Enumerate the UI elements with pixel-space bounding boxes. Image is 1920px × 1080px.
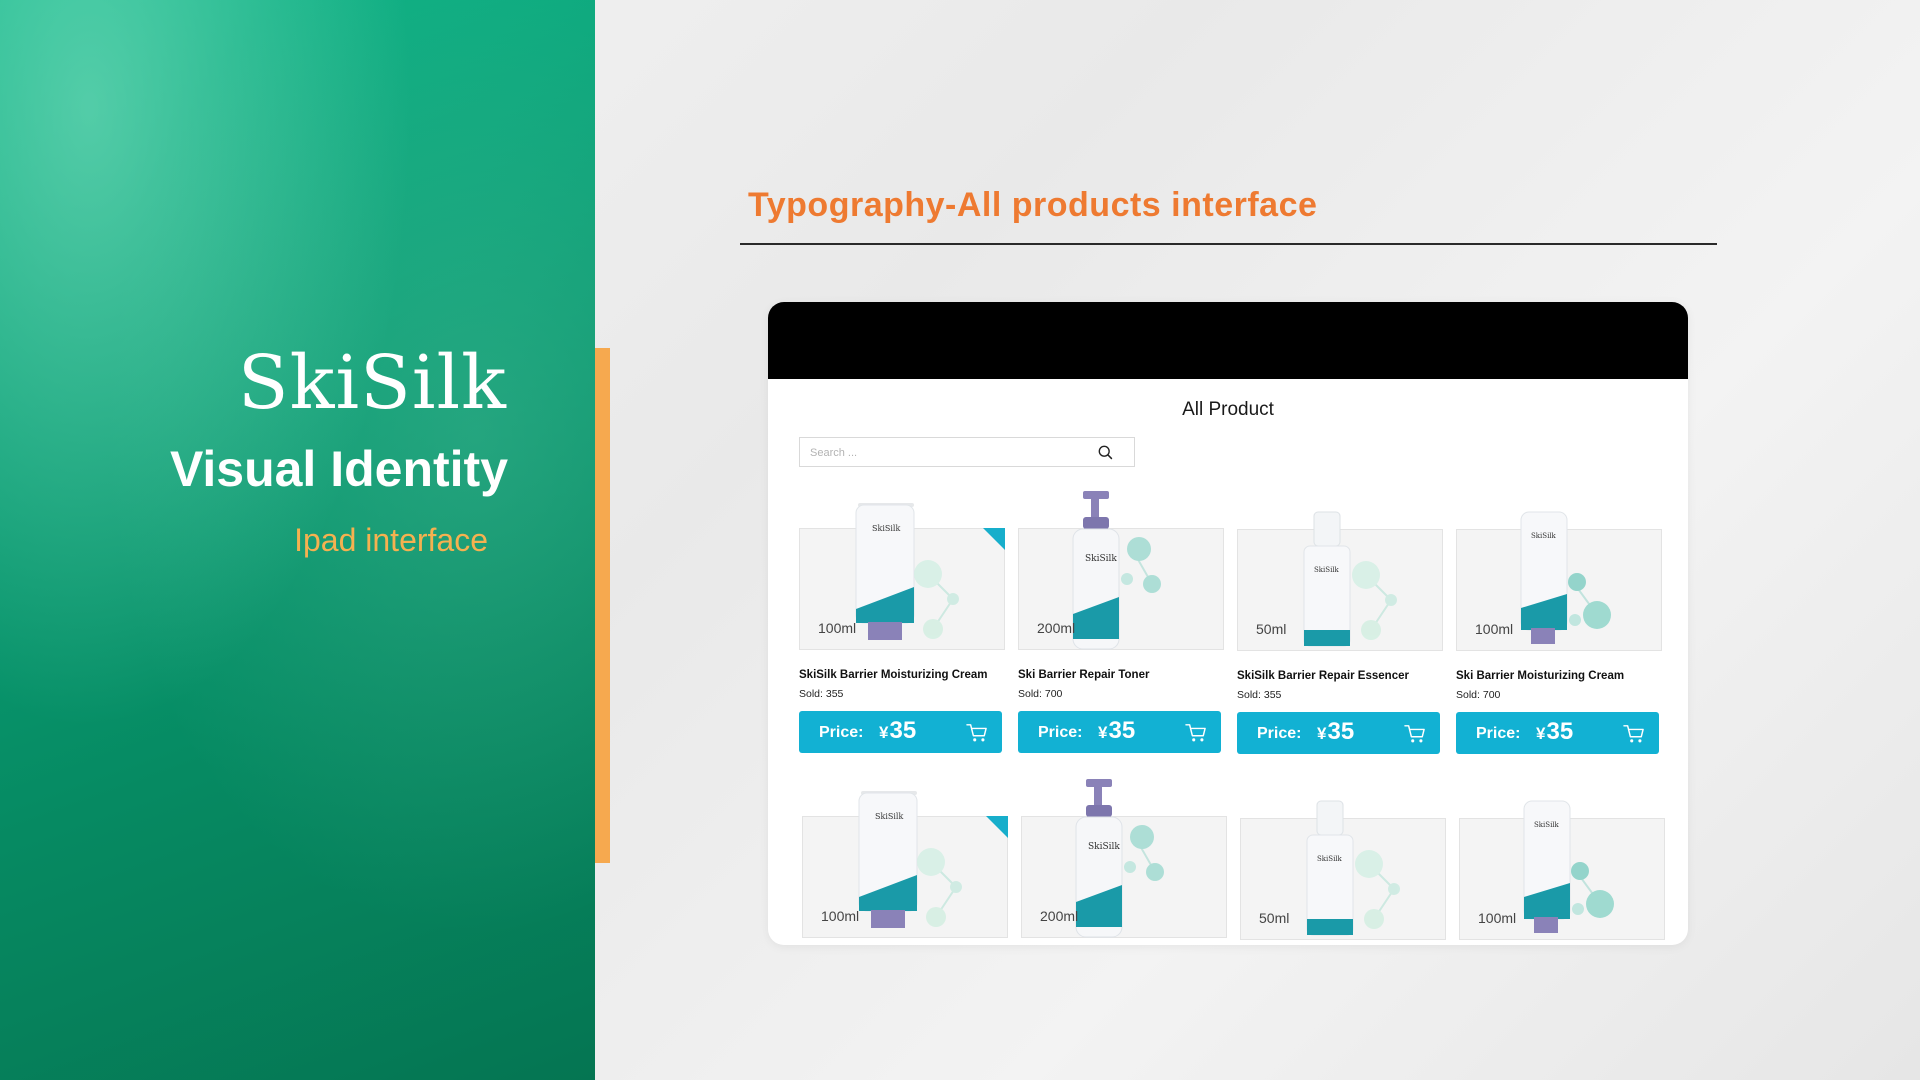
product-image[interactable]: SkiSilk 200ml — [1018, 491, 1224, 650]
currency-symbol: ¥ — [1317, 724, 1327, 743]
brand-title: Visual Identity — [169, 441, 508, 497]
product-image[interactable]: SkiSilk 100ml — [1456, 511, 1662, 651]
brand-subtitle: Ipad interface — [294, 522, 488, 558]
product-image[interactable]: SkiSilk 200ml — [1021, 779, 1227, 938]
sold-count: Sold: 355 — [799, 688, 844, 700]
price-label: Price: — [819, 724, 864, 741]
svg-text:SkiSilk: SkiSilk — [1531, 532, 1557, 540]
product-photo: SkiSilk — [855, 503, 959, 640]
product-image[interactable]: SkiSilk 100ml — [1459, 800, 1665, 940]
sold-count: Sold: 700 — [1456, 689, 1501, 701]
svg-text:SkiSilk: SkiSilk — [1317, 855, 1343, 863]
svg-text:SkiSilk: SkiSilk — [1534, 821, 1560, 829]
product-name[interactable]: Ski Barrier Moisturizing Cream — [1456, 670, 1676, 682]
product-image[interactable]: SkiSilk 100ml — [802, 791, 1008, 938]
svg-text:SkiSilk: SkiSilk — [875, 812, 903, 821]
search-input[interactable] — [810, 445, 1070, 461]
sold-count: Sold: 700 — [1018, 688, 1063, 700]
product-name[interactable]: Ski Barrier Repair Toner — [1018, 669, 1238, 681]
product-photo: SkiSilk — [1523, 800, 1614, 933]
svg-text:SkiSilk: SkiSilk — [1085, 554, 1117, 564]
price-label: Price: — [1038, 724, 1083, 741]
page-title: All Product — [1182, 399, 1274, 420]
price-label: Price: — [1257, 725, 1302, 742]
cart-icon[interactable] — [1404, 724, 1426, 744]
price-amount: 35 — [1327, 718, 1355, 745]
brand-logo: SkiSilk — [237, 340, 507, 426]
volume-label: 50ml — [1256, 621, 1287, 637]
product-photo: SkiSilk — [1306, 800, 1400, 936]
price-label: Price: — [1476, 725, 1521, 742]
product-photo: SkiSilk — [858, 791, 962, 928]
search-icon[interactable] — [1097, 444, 1114, 461]
price-amount: 35 — [1108, 717, 1136, 744]
cart-icon[interactable] — [1185, 723, 1207, 743]
volume-label: 100ml — [821, 908, 860, 924]
volume-label: 200ml — [1037, 620, 1076, 636]
currency-symbol: ¥ — [1536, 724, 1546, 743]
cart-icon[interactable] — [966, 723, 988, 743]
volume-label: 50ml — [1259, 910, 1290, 926]
product-image[interactable]: SkiSilk 50ml — [1240, 800, 1446, 940]
price-value: ¥35 — [1317, 718, 1354, 746]
add-to-cart-button[interactable]: Price: ¥35 — [1456, 712, 1659, 754]
sold-count: Sold: 355 — [1237, 689, 1282, 701]
product-name[interactable]: SkiSilk Barrier Moisturizing Cream — [799, 669, 1019, 681]
product-photo: SkiSilk — [1072, 491, 1161, 650]
search-field[interactable] — [799, 437, 1135, 467]
brand-panel: SkiSilk Visual Identity Ipad interface — [0, 0, 595, 1080]
add-to-cart-button[interactable]: Price: ¥35 — [1018, 711, 1221, 753]
accent-bar — [595, 348, 610, 863]
currency-symbol: ¥ — [879, 723, 889, 742]
product-image[interactable]: SkiSilk 50ml — [1237, 511, 1443, 651]
heading-divider — [740, 243, 1717, 245]
section-heading: Typography-All products interface — [748, 186, 1318, 224]
volume-label: 200ml — [1040, 908, 1079, 924]
volume-label: 100ml — [1478, 910, 1517, 926]
volume-label: 100ml — [818, 620, 857, 636]
product-photo: SkiSilk — [1075, 779, 1164, 938]
ipad-frame: All Product SkiSilk 100ml SkiSilk Barrier… — [768, 302, 1688, 945]
product-name[interactable]: SkiSilk Barrier Repair Essencer — [1237, 670, 1457, 682]
cart-icon[interactable] — [1623, 724, 1645, 744]
add-to-cart-button[interactable]: Price: ¥35 — [799, 711, 1002, 753]
add-to-cart-button[interactable]: Price: ¥35 — [1237, 712, 1440, 754]
product-photo: SkiSilk — [1303, 511, 1397, 647]
svg-text:SkiSilk: SkiSilk — [1314, 566, 1340, 574]
product-photo: SkiSilk — [1520, 511, 1611, 644]
currency-symbol: ¥ — [1098, 723, 1108, 742]
svg-text:SkiSilk: SkiSilk — [1088, 842, 1120, 852]
svg-text:SkiSilk: SkiSilk — [872, 524, 900, 533]
price-amount: 35 — [1546, 718, 1574, 745]
price-amount: 35 — [889, 717, 917, 744]
ipad-status-bar — [768, 302, 1688, 379]
product-image[interactable]: SkiSilk 100ml — [799, 503, 1005, 650]
price-value: ¥35 — [1536, 718, 1573, 746]
volume-label: 100ml — [1475, 621, 1514, 637]
price-value: ¥35 — [1098, 717, 1135, 745]
price-value: ¥35 — [879, 717, 916, 745]
